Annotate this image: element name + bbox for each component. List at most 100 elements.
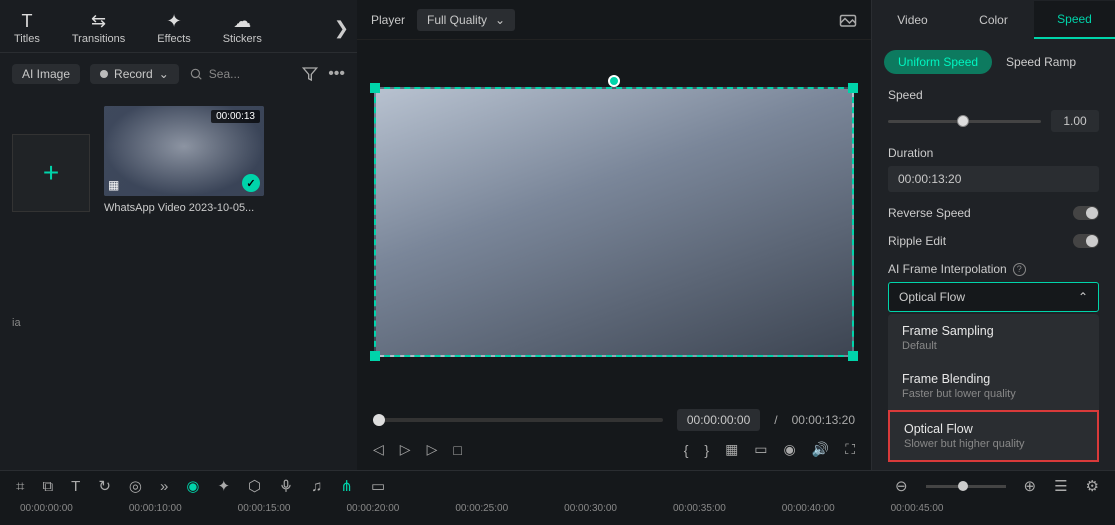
slider-thumb[interactable] bbox=[957, 115, 969, 127]
total-time: 00:00:13:20 bbox=[792, 413, 855, 427]
duration-value[interactable]: 00:00:13:20 bbox=[888, 166, 1099, 192]
ai-image-button[interactable]: AI Image bbox=[12, 64, 80, 84]
timeline-ruler[interactable]: 00:00:00:00 00:00:10:00 00:00:15:00 00:0… bbox=[0, 501, 1115, 516]
frame-icon[interactable]: ▭ bbox=[371, 477, 385, 495]
tab-transitions[interactable]: ⇆ Transitions bbox=[66, 7, 131, 49]
tab-color[interactable]: Color bbox=[953, 2, 1034, 38]
more-tools-icon[interactable]: » bbox=[160, 478, 168, 495]
time-sep: / bbox=[774, 413, 777, 427]
mic-icon[interactable] bbox=[279, 478, 293, 494]
resize-handle[interactable] bbox=[370, 351, 380, 361]
next-frame-icon[interactable]: ▷ bbox=[427, 441, 438, 458]
tab-effects[interactable]: ✦ Effects bbox=[151, 7, 196, 49]
help-icon[interactable]: ? bbox=[1013, 263, 1026, 276]
effects-icon: ✦ bbox=[166, 11, 181, 31]
rotate-icon[interactable]: ↻ bbox=[98, 477, 111, 495]
clip-duration: 00:00:13 bbox=[211, 110, 260, 123]
interp-option-blending[interactable]: Frame Blending Faster but lower quality bbox=[888, 362, 1099, 410]
speed-value[interactable]: 1.00 bbox=[1051, 110, 1099, 132]
interpolation-dropdown[interactable]: Optical Flow ⌃ bbox=[888, 282, 1099, 312]
timecode: 00:00:20:00 bbox=[346, 503, 399, 514]
search-input[interactable]: Sea... bbox=[189, 67, 240, 81]
tab-stickers[interactable]: ☁ Stickers bbox=[217, 7, 268, 49]
scrub-thumb[interactable] bbox=[373, 414, 385, 426]
zoom-in-icon[interactable]: ⊕ bbox=[1024, 477, 1037, 495]
timecode: 00:00:15:00 bbox=[238, 503, 291, 514]
timecode: 00:00:45:00 bbox=[891, 503, 944, 514]
stickers-icon: ☁ bbox=[233, 11, 251, 31]
snapshot-icon[interactable] bbox=[839, 13, 857, 27]
tab-label: Stickers bbox=[223, 33, 262, 45]
timecode: 00:00:40:00 bbox=[782, 503, 835, 514]
chevron-up-icon: ⌃ bbox=[1078, 290, 1088, 304]
tab-speed[interactable]: Speed bbox=[1034, 1, 1115, 39]
ripple-toggle[interactable] bbox=[1073, 234, 1099, 248]
play-icon[interactable]: ▷ bbox=[400, 441, 411, 458]
zoom-slider[interactable] bbox=[926, 485, 1006, 488]
tab-titles[interactable]: T Titles bbox=[8, 7, 46, 49]
ai-label: ia bbox=[12, 317, 90, 329]
search-icon bbox=[189, 67, 203, 81]
fullscreen-icon[interactable]: ⛶ bbox=[845, 441, 855, 458]
volume-icon[interactable]: 🔊 bbox=[812, 441, 829, 458]
scrub-bar[interactable] bbox=[373, 418, 663, 422]
timecode: 00:00:25:00 bbox=[455, 503, 508, 514]
add-media-button[interactable]: + bbox=[12, 134, 90, 212]
resize-handle[interactable] bbox=[848, 83, 858, 93]
prev-frame-icon[interactable]: ◁ bbox=[373, 441, 384, 458]
media-type-icon: ▦ bbox=[108, 178, 119, 192]
mask-icon[interactable]: ◎ bbox=[129, 477, 142, 495]
mark-out-icon[interactable]: } bbox=[704, 442, 709, 458]
ripple-label: Ripple Edit bbox=[888, 234, 946, 248]
subtab-uniform[interactable]: Uniform Speed bbox=[884, 50, 992, 74]
current-time[interactable]: 00:00:00:00 bbox=[677, 409, 760, 431]
display-icon[interactable]: ▭ bbox=[754, 441, 767, 458]
media-toolbar: AI Image Record⌄ Sea... ••• bbox=[0, 52, 357, 94]
timecode: 00:00:30:00 bbox=[564, 503, 617, 514]
reverse-label: Reverse Speed bbox=[888, 206, 971, 220]
media-clip[interactable]: 00:00:13 ▦ ✓ WhatsApp Video 2023-10-05..… bbox=[104, 106, 269, 458]
playhead-marker-icon[interactable] bbox=[608, 75, 620, 87]
shield-icon[interactable]: ⬡ bbox=[248, 477, 261, 495]
split-icon[interactable]: ⧉ bbox=[42, 478, 53, 495]
titles-icon: T bbox=[21, 11, 32, 31]
stop-icon[interactable]: □ bbox=[453, 442, 461, 458]
text-icon[interactable]: T bbox=[71, 478, 80, 495]
list-icon[interactable]: ☰ bbox=[1054, 477, 1067, 495]
transitions-icon: ⇆ bbox=[91, 11, 106, 31]
record-dot-icon bbox=[100, 70, 108, 78]
resize-handle[interactable] bbox=[848, 351, 858, 361]
zoom-thumb[interactable] bbox=[958, 481, 968, 491]
preview-viewport[interactable] bbox=[374, 87, 854, 357]
resize-handle[interactable] bbox=[370, 83, 380, 93]
interpolation-menu: Frame Sampling Default Frame Blending Fa… bbox=[888, 314, 1099, 462]
crop-icon[interactable]: ⌗ bbox=[16, 478, 24, 495]
music-icon[interactable]: ♫ bbox=[311, 478, 322, 495]
magnet-icon[interactable]: ⋔ bbox=[340, 477, 353, 495]
grid-icon[interactable]: ▦ bbox=[725, 441, 738, 458]
record-button[interactable]: Record⌄ bbox=[90, 64, 179, 84]
more-icon[interactable]: ••• bbox=[328, 65, 345, 83]
timecode: 00:00:10:00 bbox=[129, 503, 182, 514]
more-tabs-icon[interactable]: ❯ bbox=[334, 18, 349, 39]
clip-name: WhatsApp Video 2023-10-05... bbox=[104, 202, 269, 214]
quality-dropdown[interactable]: Full Quality⌄ bbox=[417, 9, 515, 31]
settings-icon[interactable]: ⚙ bbox=[1086, 477, 1099, 495]
player-label: Player bbox=[371, 13, 405, 27]
zoom-out-icon[interactable]: ⊖ bbox=[895, 477, 908, 495]
media-tabs: T Titles ⇆ Transitions ✦ Effects ☁ Stick… bbox=[0, 0, 357, 52]
chevron-down-icon: ⌄ bbox=[159, 67, 169, 81]
ai-tool-icon[interactable]: ◉ bbox=[186, 477, 199, 495]
sparkle-icon[interactable]: ✦ bbox=[217, 477, 230, 495]
interp-option-optical-flow[interactable]: Optical Flow Slower but higher quality bbox=[888, 410, 1099, 462]
tab-video[interactable]: Video bbox=[872, 2, 953, 38]
interp-option-sampling[interactable]: Frame Sampling Default bbox=[888, 314, 1099, 362]
tab-label: Transitions bbox=[72, 33, 125, 45]
camera-icon[interactable]: ◉ bbox=[784, 441, 796, 458]
subtab-ramp[interactable]: Speed Ramp bbox=[1006, 55, 1076, 69]
speed-slider[interactable] bbox=[888, 120, 1041, 123]
reverse-toggle[interactable] bbox=[1073, 206, 1099, 220]
mark-in-icon[interactable]: { bbox=[684, 442, 689, 458]
clip-thumbnail: 00:00:13 ▦ ✓ bbox=[104, 106, 264, 196]
filter-icon[interactable] bbox=[302, 66, 318, 82]
